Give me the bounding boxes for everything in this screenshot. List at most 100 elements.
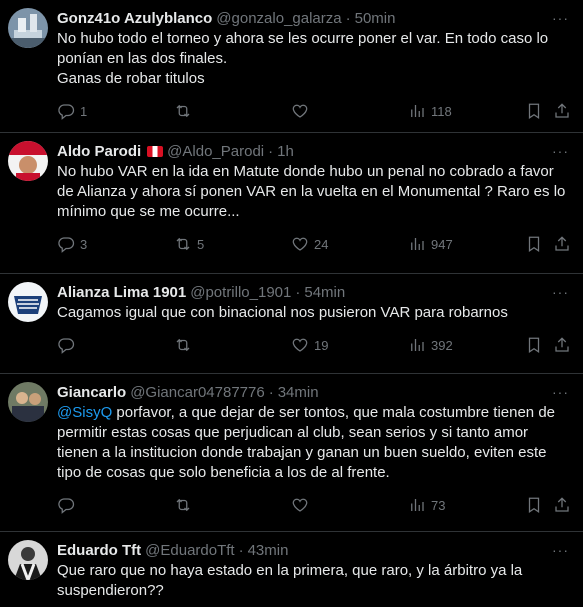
heart-icon: [292, 104, 308, 118]
like-button[interactable]: 24: [291, 235, 328, 253]
analytics-icon: [411, 339, 424, 351]
views-button[interactable]: 392: [408, 336, 453, 354]
avatar[interactable]: [8, 382, 48, 422]
reply-button[interactable]: 3: [57, 235, 87, 253]
avatar[interactable]: [8, 141, 48, 181]
tweet-text: No hubo todo el torneo y ahora se les oc…: [57, 30, 549, 87]
tweet[interactable]: Alianza Lima 1901 @potrillo_1901 · 54min…: [0, 274, 583, 374]
separator-dot: ·: [345, 9, 351, 27]
more-options-icon[interactable]: ···: [552, 542, 569, 558]
retweet-button[interactable]: [174, 496, 197, 514]
heart-icon: [292, 498, 308, 512]
analytics-icon: [411, 238, 424, 250]
reply-icon: [58, 338, 75, 354]
display-name[interactable]: Alianza Lima 1901: [57, 284, 186, 301]
retweet-icon: [176, 338, 190, 352]
user-handle[interactable]: @Aldo_Parodi: [167, 143, 264, 160]
avatar[interactable]: [8, 282, 48, 322]
avatar[interactable]: [8, 540, 48, 580]
heart-icon: [292, 237, 308, 251]
reply-button[interactable]: 1: [57, 102, 87, 120]
view-count: 118: [431, 103, 452, 119]
views-button[interactable]: 118: [408, 102, 452, 120]
tweet-actions: 3 5 24 947: [57, 226, 569, 264]
retweet-icon: [176, 237, 190, 251]
avatar[interactable]: [8, 8, 48, 48]
tweet-actions: 19 392: [57, 327, 569, 365]
tweet-text: @SisyQ porfavor, a que dejar de ser tont…: [57, 403, 567, 483]
tweet-actions: 73: [57, 487, 569, 525]
reply-button[interactable]: [57, 336, 80, 354]
tweet[interactable]: Gonz41o Azulyblanco @gonzalo_galarza · 5…: [0, 0, 583, 133]
tweet[interactable]: Aldo Parodi @Aldo_Parodi · 1h ··· No hub…: [0, 133, 583, 274]
view-count: 947: [431, 236, 453, 252]
tweet-header: Aldo Parodi @Aldo_Parodi · 1h: [57, 141, 567, 161]
share-button[interactable]: [553, 102, 571, 120]
bookmark-icon: [528, 103, 540, 119]
tweet-text: No hubo VAR en la ida en Matute donde hu…: [57, 163, 566, 220]
user-handle[interactable]: @gonzalo_galarza: [216, 10, 341, 27]
reply-button[interactable]: [57, 496, 80, 514]
peru-flag-icon: [147, 145, 164, 157]
share-button[interactable]: [553, 336, 571, 354]
retweet-button[interactable]: [174, 336, 197, 354]
heart-icon: [292, 338, 308, 352]
share-icon: [555, 103, 569, 118]
more-options-icon[interactable]: ···: [552, 384, 569, 400]
display-name[interactable]: Giancarlo: [57, 384, 126, 401]
user-handle[interactable]: @potrillo_1901: [190, 284, 291, 301]
more-options-icon[interactable]: ···: [552, 10, 569, 26]
analytics-icon: [411, 105, 424, 117]
tweet-header: Giancarlo @Giancar04787776 · 34min: [57, 382, 567, 402]
share-button[interactable]: [553, 235, 571, 253]
share-icon: [555, 497, 569, 512]
timestamp[interactable]: 1h: [277, 143, 294, 160]
views-button[interactable]: 947: [408, 235, 453, 253]
like-button[interactable]: [291, 102, 314, 120]
separator-dot: ·: [238, 541, 244, 559]
mention-link[interactable]: @SisyQ: [57, 404, 112, 421]
retweet-icon: [176, 498, 190, 512]
retweet-button[interactable]: 5: [174, 235, 204, 253]
user-handle[interactable]: @Giancar04787776: [130, 384, 265, 401]
analytics-icon: [411, 499, 424, 511]
bookmark-icon: [528, 337, 540, 353]
bookmark-button[interactable]: [525, 235, 543, 253]
bookmark-button[interactable]: [525, 102, 543, 120]
tweet-header: Eduardo Tft @EduardoTft · 43min: [57, 540, 567, 560]
more-options-icon[interactable]: ···: [552, 143, 569, 159]
timestamp[interactable]: 54min: [304, 284, 345, 301]
retweet-count: 5: [197, 236, 205, 252]
share-button[interactable]: [553, 496, 571, 514]
tweet-text: Que raro que no haya estado en la primer…: [57, 562, 523, 599]
like-count: 19: [314, 337, 329, 353]
reply-icon: [58, 498, 75, 514]
timestamp[interactable]: 43min: [248, 542, 289, 559]
reply-icon: [58, 104, 75, 120]
views-button[interactable]: 73: [408, 496, 445, 514]
retweet-icon: [176, 104, 190, 118]
bookmark-button[interactable]: [525, 336, 543, 354]
reply-feed: Gonz41o Azulyblanco @gonzalo_galarza · 5…: [0, 0, 583, 607]
reply-icon: [58, 237, 75, 253]
timestamp[interactable]: 34min: [278, 384, 319, 401]
display-name[interactable]: Aldo Parodi: [57, 143, 141, 160]
retweet-button[interactable]: [174, 102, 197, 120]
timestamp[interactable]: 50min: [355, 10, 396, 27]
bookmark-icon: [528, 497, 540, 513]
bookmark-button[interactable]: [525, 496, 543, 514]
tweet-header: Alianza Lima 1901 @potrillo_1901 · 54min: [57, 282, 567, 302]
display-name[interactable]: Gonz41o Azulyblanco: [57, 10, 212, 27]
tweet-header: Gonz41o Azulyblanco @gonzalo_galarza · 5…: [57, 8, 567, 28]
like-button[interactable]: 19: [291, 336, 328, 354]
user-handle[interactable]: @EduardoTft: [145, 542, 234, 559]
display-name[interactable]: Eduardo Tft: [57, 542, 141, 559]
separator-dot: ·: [295, 283, 301, 301]
separator-dot: ·: [268, 383, 274, 401]
like-button[interactable]: [291, 496, 314, 514]
like-count: 24: [314, 236, 329, 252]
tweet[interactable]: Eduardo Tft @EduardoTft · 43min ··· Que …: [0, 532, 583, 607]
share-icon: [555, 236, 569, 251]
more-options-icon[interactable]: ···: [552, 284, 569, 300]
tweet[interactable]: Giancarlo @Giancar04787776 · 34min ··· @…: [0, 374, 583, 532]
